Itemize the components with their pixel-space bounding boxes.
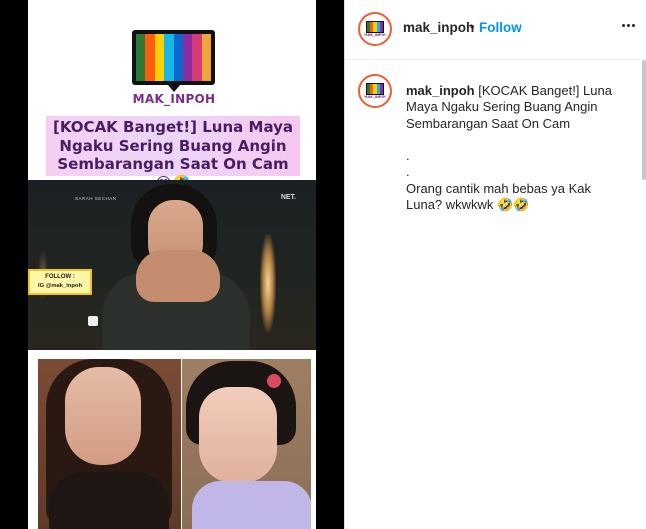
caption-username[interactable]: mak_inpoh [406,83,475,98]
photo-right-face [199,387,277,483]
follow-button[interactable]: Follow [479,20,522,35]
more-options-icon[interactable] [619,16,637,34]
scrollbar-thumb[interactable] [642,60,646,180]
hair-flower-icon [267,374,281,388]
header-username[interactable]: mak_inpoh [403,20,474,35]
photo-left-face [65,367,141,465]
follow-watermark-handle: IG @mak_inpoh [38,283,82,289]
video-frame: SARAH SECHAN NET. FOLLOW : IG @mak_inpoh [28,180,316,350]
video-caption-right: NET. [280,194,296,201]
person-hands [136,250,220,302]
avatar-image: MAK_INPOH [363,17,387,41]
tv-logo-icon [132,30,215,85]
caption-avatar[interactable]: MAK_INPOH [358,74,392,108]
portrait-photo-left [38,359,181,529]
avatar-tv-icon [366,21,384,33]
header-separator: • [470,19,475,34]
youtube-icon [88,316,98,326]
logo-text: MAK_INPOH [132,92,216,106]
photo-collage [28,350,316,529]
profile-avatar[interactable]: MAK_INPOH [358,12,392,46]
caption-section: MAK_INPOH mak_inpoh [KOCAK Banget!] Luna… [345,60,646,529]
photo-left-body [49,472,169,529]
photo-right-shirt [192,481,311,529]
caption-body: [KOCAK Banget!] Luna Maya Ngaku Sering B… [406,83,612,213]
follow-watermark: FOLLOW : IG @mak_inpoh [28,269,92,295]
avatar-image: MAK_INPOH [363,79,387,103]
logo-tail [167,84,181,92]
instagram-post: MAK_INPOH [KOCAK Banget!] Luna Maya Ngak… [0,0,646,529]
follow-watermark-title: FOLLOW : [45,274,75,280]
avatar-label: MAK_INPOH [364,95,387,99]
post-header: MAK_INPOH mak_inpoh • Follow [345,0,646,60]
avatar-label: MAK_INPOH [364,33,387,37]
caption-text: mak_inpoh [KOCAK Banget!] Luna Maya Ngak… [406,83,630,213]
video-caption-left: SARAH SECHAN [75,196,117,201]
avatar-tv-icon [366,83,384,95]
post-sidebar: MAK_INPOH mak_inpoh • Follow MAK_INPOH m… [344,0,646,529]
post-media[interactable]: MAK_INPOH [KOCAK Banget!] Luna Maya Ngak… [28,0,316,529]
stage-light [260,234,276,332]
portrait-photo-right [182,359,311,529]
